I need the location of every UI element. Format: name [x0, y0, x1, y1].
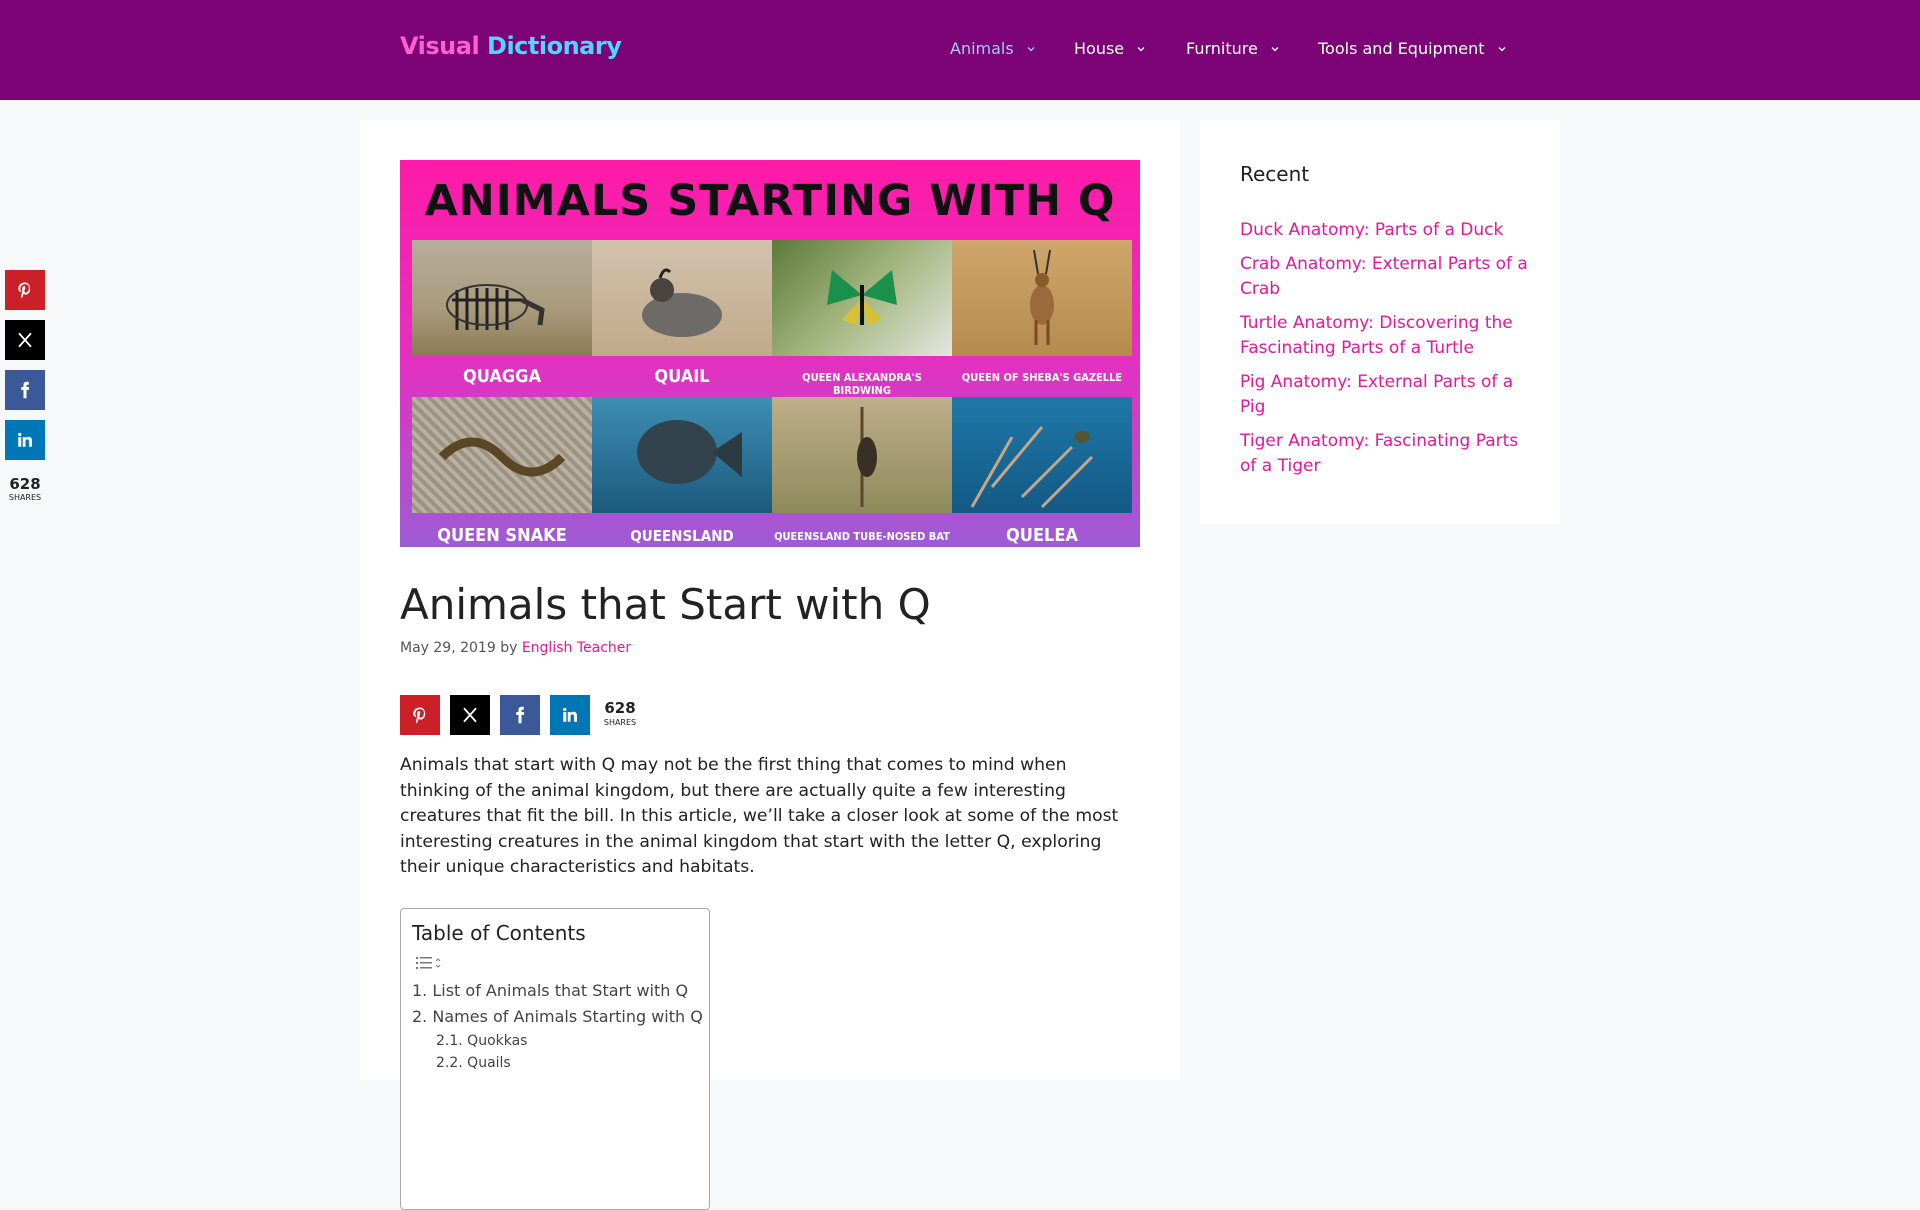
gazelle-photo	[952, 240, 1132, 356]
quelea-photo	[952, 397, 1132, 513]
table-of-contents: Table of Contents 1. List of Animals tha…	[400, 908, 710, 1210]
featured-image-title: ANIMALS STARTING WITH Q	[424, 176, 1116, 226]
toc-item-number: 1.	[412, 981, 428, 1000]
x-icon	[463, 707, 477, 723]
post-meta: May 29, 2019 by English Teacher	[400, 640, 631, 656]
tile-label: QUAIL	[654, 366, 710, 387]
toc-item-label: List of Animals that Start with Q	[432, 981, 689, 1000]
nav-label: Furniture	[1186, 39, 1258, 58]
share-count: 628	[9, 475, 41, 493]
facebook-share-button[interactable]	[500, 695, 540, 735]
toc-title: Table of Contents	[412, 921, 586, 945]
pinterest-share-button[interactable]	[5, 270, 45, 310]
chevron-down-icon	[1027, 46, 1035, 51]
snake-photo	[412, 397, 592, 513]
recent-post-link[interactable]: Turtle Anatomy: Discovering the Fascinat…	[1240, 311, 1530, 361]
toc-subitem[interactable]: 2.2. Quails	[436, 1055, 511, 1071]
share-label: SHARES	[8, 493, 42, 502]
recent-post-link[interactable]: Crab Anatomy: External Parts of a Crab	[1240, 252, 1530, 302]
grouper-photo	[592, 397, 772, 513]
pinterest-share-button[interactable]	[400, 695, 440, 735]
sidebar: Recent Duck Anatomy: Parts of a Duck Cra…	[1200, 120, 1560, 524]
chevron-down-icon	[1498, 46, 1506, 51]
tile-label: QUEEN OF SHEBA'S GAZELLE	[961, 371, 1123, 384]
recent-post-link[interactable]: Duck Anatomy: Parts of a Duck	[1240, 218, 1530, 243]
intro-paragraph: Animals that start with Q may not be the…	[400, 755, 1119, 877]
tile-label: QUEENSLAND GROUPER	[630, 527, 734, 547]
share-count: 628	[604, 699, 636, 717]
nav-label: Tools and Equipment	[1318, 39, 1485, 58]
pinterest-icon	[413, 707, 426, 724]
x-share-button[interactable]	[5, 320, 45, 360]
nav-item-furniture[interactable]: Furniture	[1186, 39, 1280, 58]
recent-posts-list: Duck Anatomy: Parts of a Duck Crab Anato…	[1240, 218, 1530, 488]
tile-label: QUAGGA	[462, 366, 541, 387]
linkedin-icon	[563, 707, 577, 722]
pinterest-icon	[18, 282, 31, 299]
nav-item-animals[interactable]: Animals	[950, 39, 1036, 58]
bat-photo	[772, 397, 952, 513]
facebook-icon	[516, 706, 525, 724]
facebook-share-button[interactable]	[5, 370, 45, 410]
recent-post-link[interactable]: Tiger Anatomy: Fascinating Parts of a Ti…	[1240, 429, 1530, 479]
site-header: Visual Dictionary Animals House Furnitur…	[0, 0, 1920, 100]
x-icon	[18, 332, 32, 348]
nav-label: House	[1074, 39, 1125, 58]
nav-label: Animals	[950, 39, 1014, 58]
toc-item[interactable]: 2. Names of Animals Starting with Q	[412, 1007, 703, 1026]
quail-photo	[592, 240, 772, 356]
post-by: by	[500, 640, 518, 656]
tile-label: QUEEN ALEXANDRA'S BIRDWING	[802, 371, 922, 397]
list-toggle-icon[interactable]	[416, 955, 446, 971]
zebra-photo	[412, 240, 592, 356]
toc-item[interactable]: 1. List of Animals that Start with Q	[412, 981, 688, 1000]
main-content: ANIMALS STARTING WITH Q QUAGGA QUAIL QUE…	[360, 120, 1180, 1210]
toc-item-label: Names of Animals Starting with Q	[432, 1007, 703, 1026]
tile-label: QUEENSLAND TUBE-NOSED BAT	[774, 530, 950, 543]
x-share-button[interactable]	[450, 695, 490, 735]
chevron-down-icon	[1271, 46, 1279, 51]
page-title: Animals that Start with Q	[400, 580, 931, 629]
site-logo[interactable]: Visual Dictionary	[400, 32, 622, 60]
tile-label: QUEEN SNAKE	[437, 525, 567, 546]
linkedin-share-button[interactable]	[5, 420, 45, 460]
recent-post-link[interactable]: Pig Anatomy: External Parts of a Pig	[1240, 370, 1530, 420]
toc-item-label: Quokkas	[467, 1033, 528, 1049]
nav-item-tools[interactable]: Tools and Equipment	[1318, 39, 1507, 58]
facebook-icon	[21, 381, 30, 399]
post-date: May 29, 2019	[400, 640, 496, 656]
share-label: SHARES	[603, 718, 637, 727]
share-counter: 628 SHARES	[600, 699, 640, 727]
share-counter: 628 SHARES	[5, 475, 45, 502]
featured-image[interactable]: ANIMALS STARTING WITH Q QUAGGA QUAIL QUE…	[400, 160, 1140, 547]
linkedin-share-button[interactable]	[550, 695, 590, 735]
tile-label: QUELEA	[1006, 525, 1078, 546]
butterfly-photo	[772, 240, 952, 356]
toc-item-number: 2.	[412, 1007, 428, 1026]
logo-part1: Visual	[400, 32, 480, 60]
nav-item-house[interactable]: House	[1074, 39, 1146, 58]
chevron-down-icon	[1137, 46, 1145, 51]
toc-item-number: 2.1.	[436, 1033, 463, 1049]
toc-item-number: 2.2.	[436, 1055, 463, 1071]
logo-part2: Dictionary	[487, 32, 622, 60]
toc-item-label: Quails	[467, 1055, 511, 1071]
author-link[interactable]: English Teacher	[522, 640, 631, 656]
toc-subitem[interactable]: 2.1. Quokkas	[436, 1033, 527, 1049]
sidebar-title: Recent	[1240, 162, 1310, 186]
linkedin-icon	[18, 432, 32, 447]
